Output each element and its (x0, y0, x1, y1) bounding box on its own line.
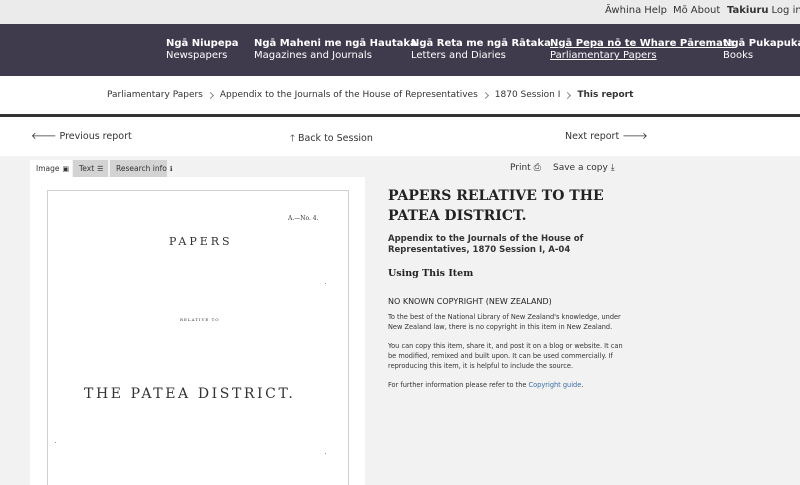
breadcrumb: Parliamentary Papers Appendix to the Jou… (107, 89, 633, 101)
nav-parliamentary-english: Parliamentary Papers (550, 50, 657, 61)
arrow-right-icon: 🡒 (622, 131, 648, 142)
back-to-session-label: Back to Session (297, 133, 373, 144)
tab-image[interactable]: Image ▣ (30, 160, 72, 177)
image-icon: ▣ (62, 165, 70, 173)
further-info-text: For further information please refer to … (388, 381, 527, 389)
scan-district-heading: THE PATEA DISTRICT. (84, 386, 296, 402)
help-link[interactable]: Āwhina Help (605, 5, 667, 16)
scan-papers-heading: PAPERS (169, 235, 233, 248)
nav-parliamentary-papers[interactable]: Ngā Pepa nō te Whare Pāremata Parliament… (550, 38, 734, 62)
document-title: PAPERS RELATIVE TO THE PATEA DISTRICT. (388, 188, 604, 224)
scan-speck (325, 453, 326, 454)
breadcrumb-appendix[interactable]: Appendix to the Journals of the House of… (220, 90, 478, 100)
login-link-maori: Takiuru (727, 5, 769, 16)
copyright-status-heading: NO KNOWN COPYRIGHT (NEW ZEALAND) (388, 297, 552, 306)
copyright-paragraph: To the best of the National Library of N… (388, 313, 621, 331)
tab-text-label: Text (79, 164, 95, 173)
help-link-english: Help (644, 5, 668, 16)
about-link-maori: Mō (673, 5, 688, 16)
help-link-maori: Āwhina (605, 5, 642, 16)
about-link-english: About (690, 5, 721, 16)
nav-magazines-maori: Ngā Maheni me ngā Hautaka (254, 38, 417, 49)
next-report-label: Next report (565, 131, 620, 142)
print-button[interactable]: Print ⎙ (510, 163, 541, 173)
arrow-left-icon: 🡐 (31, 131, 57, 142)
chevron-right-icon (481, 91, 489, 99)
previous-report-label: Previous report (59, 131, 132, 142)
nav-books-maori: Ngā Pukapuka (723, 38, 800, 49)
nav-magazines[interactable]: Ngā Maheni me ngā Hautaka Magazines and … (254, 38, 417, 62)
nav-newspapers-english: Newspapers (166, 50, 228, 61)
chevron-right-icon (564, 91, 572, 99)
arrow-up-icon: 🡑 (290, 133, 295, 144)
tab-research-info[interactable]: Research info ℹ (110, 160, 173, 177)
scan-document-number: A.—No. 4. (288, 215, 319, 222)
further-info-period: . (581, 381, 584, 389)
info-icon: ℹ (169, 165, 173, 173)
scan-speck (325, 283, 326, 284)
text-lines-icon: ☰ (97, 165, 104, 173)
document-subtitle: Appendix to the Journals of the House of… (388, 234, 584, 255)
nav-letters-english: Letters and Diaries (411, 50, 506, 61)
back-to-session-link[interactable]: 🡑 Back to Session (290, 131, 373, 147)
divider (0, 114, 800, 117)
main-nav: Ngā Niupepa Newspapers Ngā Maheni me ngā… (0, 24, 800, 76)
scan-speck (55, 442, 56, 443)
tab-research-info-label: Research info (116, 164, 167, 173)
print-label: Print (510, 163, 531, 173)
nav-letters-maori: Ngā Reta me ngā Rātaka (411, 38, 551, 49)
nav-parliamentary-maori: Ngā Pepa nō te Whare Pāremata (550, 38, 735, 49)
tab-text[interactable]: Text ☰ (73, 160, 108, 177)
breadcrumb-current: This report (577, 90, 634, 100)
nav-books[interactable]: Ngā Pukapuka Books (723, 38, 800, 62)
about-link[interactable]: Mō About (673, 5, 720, 16)
nav-books-english: Books (723, 50, 754, 61)
further-info-paragraph: For further information please refer to … (388, 380, 628, 390)
breadcrumb-session[interactable]: 1870 Session I (495, 90, 561, 100)
login-link-english: Log in (771, 5, 800, 16)
scanned-page: A.—No. 4. PAPERS RELATIVE TO THE PATEA D… (47, 190, 349, 485)
copyright-guide-link[interactable]: Copyright guide (529, 381, 582, 389)
chevron-right-icon (206, 91, 214, 99)
save-copy-button[interactable]: Save a copy ⤓ (553, 163, 615, 173)
next-report-link[interactable]: Next report 🡒 (565, 131, 648, 142)
nav-letters[interactable]: Ngā Reta me ngā Rātaka Letters and Diari… (411, 38, 551, 62)
download-icon: ⤓ (610, 163, 615, 173)
nav-newspapers-maori: Ngā Niupepa (166, 38, 239, 49)
using-this-item-heading: Using This Item (388, 268, 474, 279)
printer-icon: ⎙ (533, 163, 541, 173)
reuse-paragraph: You can copy this item, share it, and po… (388, 342, 623, 370)
save-copy-label: Save a copy (553, 163, 608, 173)
tab-image-label: Image (36, 164, 60, 173)
previous-report-link[interactable]: 🡐 Previous report (31, 131, 132, 142)
nav-newspapers[interactable]: Ngā Niupepa Newspapers (166, 38, 239, 62)
breadcrumb-parliamentary-papers[interactable]: Parliamentary Papers (107, 90, 203, 100)
nav-magazines-english: Magazines and Journals (254, 50, 372, 61)
utility-bar: Āwhina Help Mō About Takiuru Log in (0, 0, 800, 24)
login-link[interactable]: Takiuru Log in (727, 5, 800, 16)
scan-relative-to: RELATIVE TO (180, 317, 220, 322)
